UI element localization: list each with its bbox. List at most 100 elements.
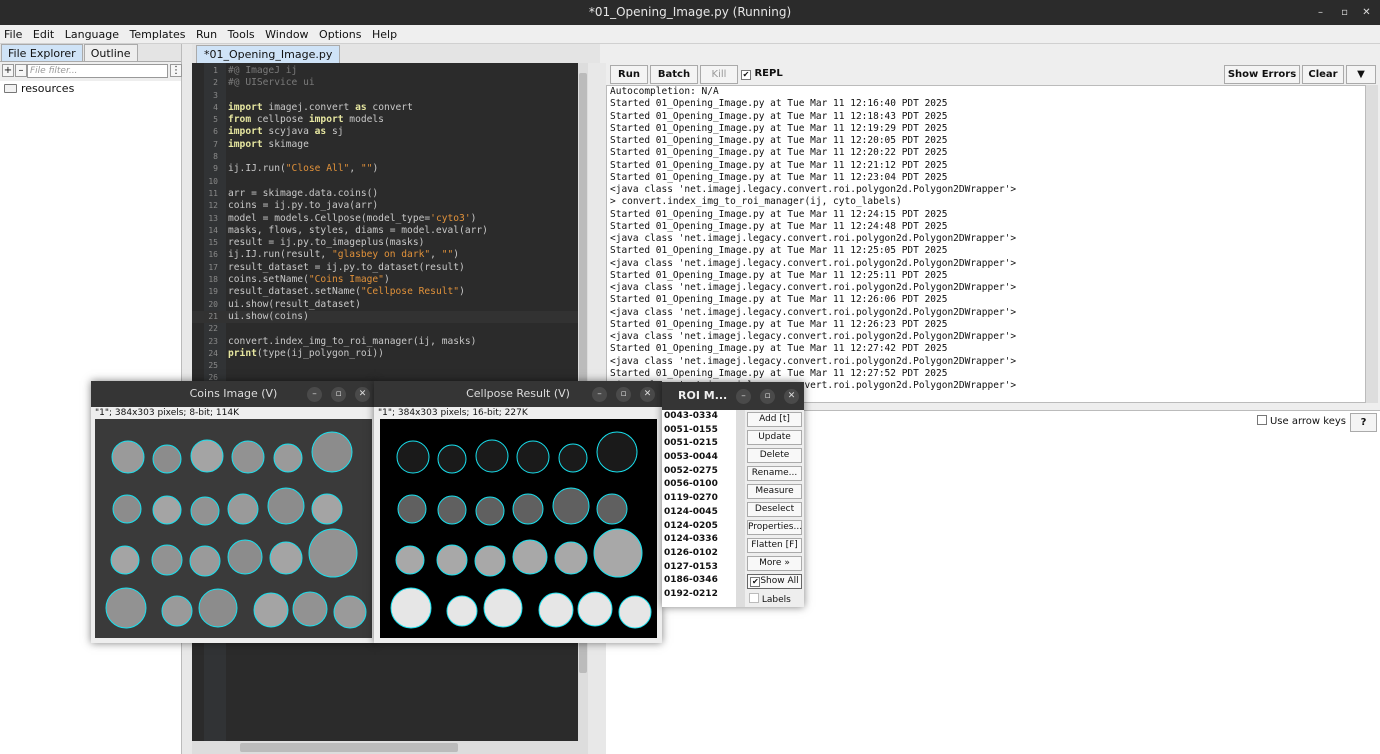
code-line[interactable]: 10 [192, 176, 588, 188]
console-scrollbar[interactable] [1366, 85, 1378, 403]
coins-image-window[interactable]: Coins Image (V) – ▫ ✕ "1"; 384x303 pixel… [91, 381, 376, 643]
window-titlebar[interactable]: Coins Image (V) – ▫ ✕ [91, 381, 376, 407]
close-button[interactable]: ✕ [1358, 4, 1375, 21]
maximize-icon[interactable]: ▫ [331, 387, 346, 402]
menu-options[interactable]: Options [315, 25, 364, 41]
code-line[interactable]: 8 [192, 151, 588, 163]
code-line[interactable]: 3 [192, 90, 588, 102]
clear-button[interactable]: Clear [1302, 65, 1344, 84]
roi-manager-window[interactable]: ROI M... – ▫ ✕ 0043-0334 0051-0155 0051-02… [662, 382, 804, 607]
code-line[interactable]: 1 #@ ImageJ ij [192, 65, 588, 77]
menu-help[interactable]: Help [368, 25, 400, 41]
tab-outline[interactable]: Outline [83, 44, 138, 61]
code-line[interactable]: 20 ui.show(result_dataset) [192, 299, 588, 311]
add-roi-button[interactable]: Add [t] [747, 412, 802, 427]
roi-list-item[interactable]: 0051-0215 [662, 437, 736, 451]
batch-button[interactable]: Batch [650, 65, 698, 84]
editor-horizontal-scrollbar[interactable] [192, 741, 588, 754]
menu-edit[interactable]: Edit [29, 25, 57, 41]
properties-button[interactable]: Properties... [747, 520, 802, 535]
menu-templates[interactable]: Templates [126, 25, 189, 41]
code-line[interactable]: 7 import skimage [192, 139, 588, 151]
code-line[interactable]: 24 print(type(ij_polygon_roi)) [192, 348, 588, 360]
code-line[interactable]: 18 coins.setName("Coins Image") [192, 274, 588, 286]
roi-list-item[interactable]: 0052-0275 [662, 465, 736, 479]
tree-item-resources[interactable]: resources [0, 81, 181, 96]
code-line[interactable]: 21 ui.show(coins) [192, 310, 588, 324]
kill-button[interactable]: Kill [700, 65, 738, 84]
code-line[interactable]: 25 [192, 360, 588, 372]
minimize-icon[interactable]: – [307, 387, 322, 402]
code-line[interactable]: 17 result_dataset = ij.py.to_dataset(resu… [192, 262, 588, 274]
filter-options-icon[interactable]: ⋮ [170, 64, 182, 77]
show-all-toggle[interactable]: ✔ Show All [747, 574, 802, 589]
code-line[interactable]: 9 ij.IJ.run("Close All", "") [192, 163, 588, 175]
add-icon[interactable]: + [2, 64, 14, 77]
menu-tools[interactable]: Tools [224, 25, 258, 41]
repl-toggle[interactable]: ✔ REPL [741, 68, 783, 80]
cellpose-result-canvas[interactable] [380, 419, 657, 638]
maximize-icon[interactable]: ▫ [760, 389, 775, 404]
help-button[interactable]: ? [1350, 413, 1377, 432]
minimize-icon[interactable]: – [736, 389, 751, 404]
arrow-keys-toggle[interactable]: Use arrow keys [1256, 415, 1346, 427]
measure-button[interactable]: Measure [747, 484, 802, 499]
run-button[interactable]: Run [610, 65, 648, 84]
close-icon[interactable]: ✕ [640, 387, 655, 402]
menu-file[interactable]: File [0, 25, 25, 41]
code-line[interactable]: 23 convert.index_img_to_roi_manager(ij, m… [192, 336, 588, 348]
roi-list-item[interactable]: 0056-0100 [662, 478, 736, 492]
window-titlebar[interactable]: Cellpose Result (V) – ▫ ✕ [374, 381, 662, 407]
scroll-thumb[interactable] [240, 743, 458, 752]
labels-toggle[interactable]: Labels [749, 593, 791, 605]
code-line[interactable]: 4 import imagej.convert as convert [192, 102, 588, 114]
minimize-icon[interactable]: – [592, 387, 607, 402]
roi-list-item[interactable]: 0127-0153 [662, 561, 736, 575]
delete-button[interactable]: Delete [747, 448, 802, 463]
maximize-icon[interactable]: ▫ [616, 387, 631, 402]
flatten-button[interactable]: Flatten [F] [747, 538, 802, 553]
code-line[interactable]: 19 result_dataset.setName("Cellpose Resul… [192, 286, 588, 298]
close-icon[interactable]: ✕ [784, 389, 799, 404]
remove-icon[interactable]: – [15, 64, 27, 77]
window-titlebar[interactable]: ROI M... – ▫ ✕ [662, 382, 804, 410]
roi-list-item[interactable]: 0051-0155 [662, 424, 736, 438]
update-button[interactable]: Update [747, 430, 802, 445]
file-filter-input[interactable]: File filter... [27, 64, 168, 78]
code-line[interactable]: 16 ij.IJ.run(result, "glasbey on dark", "… [192, 249, 588, 261]
menu-window[interactable]: Window [261, 25, 311, 41]
tab-script[interactable]: *01_Opening_Image.py [196, 45, 341, 63]
roi-list-item[interactable]: 0192-0212 [662, 588, 736, 602]
roi-list-scrollbar[interactable] [736, 410, 745, 607]
code-line[interactable]: 14 masks, flows, styles, diams = model.ev… [192, 225, 588, 237]
close-icon[interactable]: ✕ [355, 387, 370, 402]
more-button[interactable]: More » [747, 556, 802, 571]
menu-language[interactable]: Language [61, 25, 122, 41]
code-line[interactable]: 6 import scyjava as sj [192, 126, 588, 138]
rename-button[interactable]: Rename... [747, 466, 802, 481]
code-line[interactable]: 22 [192, 323, 588, 335]
cellpose-result-window[interactable]: Cellpose Result (V) – ▫ ✕ "1"; 384x303 p… [374, 381, 662, 643]
deselect-button[interactable]: Deselect [747, 502, 802, 517]
roi-list-item[interactable]: 0124-0205 [662, 520, 736, 534]
maximize-button[interactable]: ▫ [1336, 4, 1353, 21]
show-errors-button[interactable]: Show Errors [1224, 65, 1300, 84]
code-line[interactable]: 5 from cellpose import models [192, 114, 588, 126]
roi-list-item[interactable]: 0186-0346 [662, 574, 736, 588]
roi-list-item[interactable]: 0043-0334 [662, 410, 736, 424]
roi-list-item[interactable]: 0119-0270 [662, 492, 736, 506]
roi-list[interactable]: 0043-0334 0051-0155 0051-0215 0053-0044 0052… [662, 410, 736, 607]
roi-list-item[interactable]: 0124-0045 [662, 506, 736, 520]
roi-list-item[interactable]: 0126-0102 [662, 547, 736, 561]
code-line[interactable]: 12 coins = ij.py.to_java(arr) [192, 200, 588, 212]
code-line[interactable]: 11 arr = skimage.data.coins() [192, 188, 588, 200]
code-line[interactable]: 15 result = ij.py.to_imageplus(masks) [192, 237, 588, 249]
console-output[interactable]: Autocompletion: N/A Started 01_Opening_Im… [606, 85, 1366, 403]
roi-list-item[interactable]: 0124-0336 [662, 533, 736, 547]
menu-run[interactable]: Run [192, 25, 220, 41]
tab-file-explorer[interactable]: File Explorer [1, 44, 83, 61]
options-dropdown[interactable]: ▼ [1346, 65, 1376, 84]
minimize-button[interactable]: – [1312, 4, 1329, 21]
code-line[interactable]: 13 model = models.Cellpose(model_type='cy… [192, 213, 588, 225]
code-line[interactable]: 2 #@ UIService ui [192, 77, 588, 89]
